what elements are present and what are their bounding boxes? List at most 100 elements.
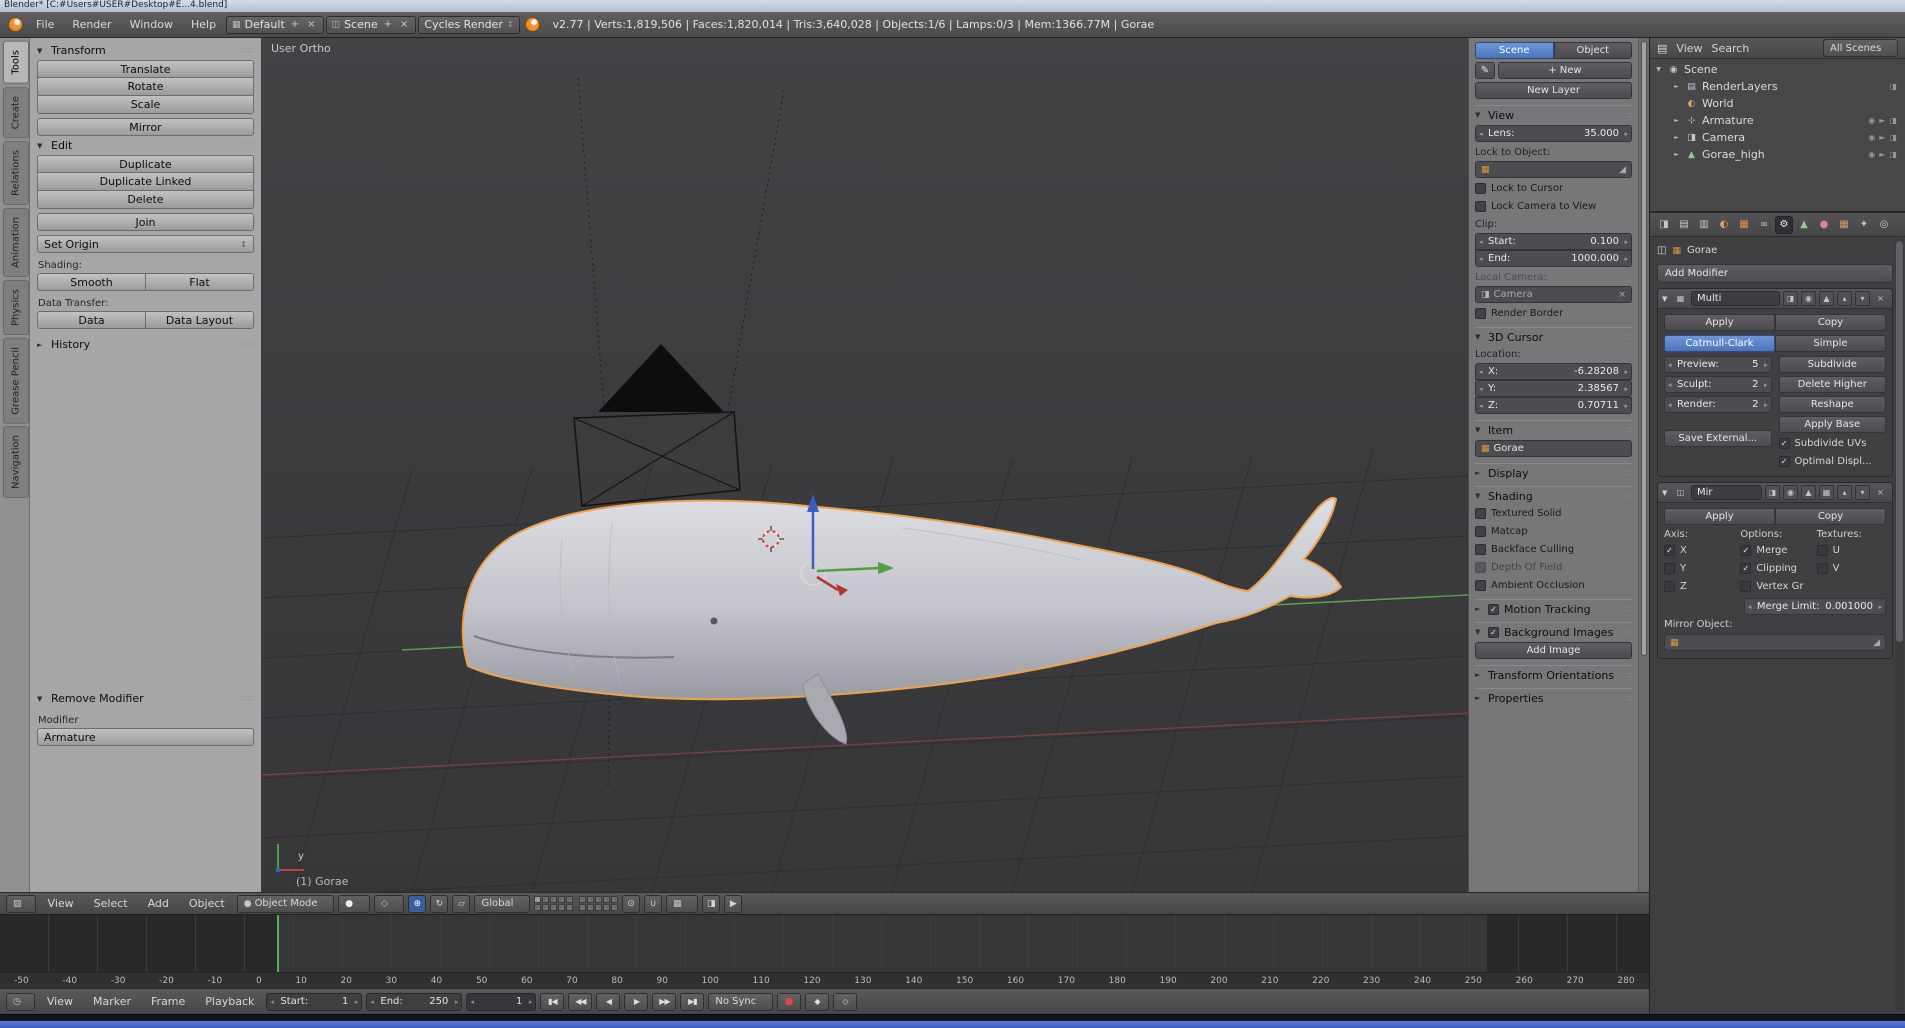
view-panel-header[interactable]: ▼ View: [1475, 105, 1632, 122]
modifier-name-field[interactable]: Multi: [1691, 291, 1780, 306]
item-panel-header[interactable]: ▼ Item: [1475, 420, 1632, 437]
whale-model[interactable]: [461, 496, 1343, 745]
current-frame-field[interactable]: 1: [466, 992, 537, 1011]
layer-cell[interactable]: [558, 896, 566, 903]
modifier-name-field[interactable]: Mir: [1691, 485, 1762, 500]
viewport-3d[interactable]: User Ortho y (1) Gorae: [262, 38, 1468, 892]
clipping-checkbox[interactable]: ✓ Clipping: [1740, 561, 1809, 576]
texture-v-checkbox[interactable]: V: [1816, 561, 1886, 576]
reshape-button[interactable]: Reshape: [1778, 396, 1886, 413]
close-scene-icon[interactable]: ×: [398, 19, 410, 30]
simple-toggle[interactable]: Simple: [1775, 335, 1886, 352]
editor-type-button[interactable]: ◷ ▾: [6, 992, 35, 1011]
tab-modifiers[interactable]: ⚙: [1775, 215, 1793, 234]
tab-world[interactable]: ◐: [1715, 216, 1733, 234]
remove-modifier-panel-header[interactable]: ▼ Remove Modifier: [37, 689, 254, 708]
editmode-visibility-toggle[interactable]: ▲: [1819, 291, 1834, 306]
tab-relations[interactable]: Relations: [3, 140, 29, 205]
duplicate-linked-button[interactable]: Duplicate Linked: [37, 173, 254, 191]
optimal-display-checkbox[interactable]: ✓ Optimal Displ...: [1778, 454, 1887, 469]
tab-grease-pencil[interactable]: Grease Pencil: [3, 337, 29, 424]
texture-u-checkbox[interactable]: U: [1816, 543, 1886, 558]
gp-source-object-tab[interactable]: Object: [1553, 42, 1632, 59]
layer-cell[interactable]: [611, 904, 619, 911]
selectability-icon[interactable]: ►: [1879, 133, 1885, 142]
layer-cell[interactable]: [587, 896, 595, 903]
scrollbar-thumb[interactable]: [1641, 41, 1647, 656]
catmull-clark-toggle[interactable]: Catmull-Clark: [1664, 335, 1775, 352]
cursor-y-field[interactable]: Y: 2.38567: [1475, 380, 1632, 397]
outliner-row-gorae-high[interactable]: ► ▲ Gorae_high ◉ ► ◨: [1654, 146, 1903, 163]
preview-level-field[interactable]: Preview: 5: [1664, 356, 1772, 373]
expander-icon[interactable]: ►: [1672, 134, 1681, 141]
outliner-row-camera[interactable]: ► ◨ Camera ◉ ► ◨: [1654, 129, 1903, 146]
orientation-select[interactable]: Global ↕: [474, 894, 531, 913]
render-toggle-icon[interactable]: ◨: [1889, 82, 1897, 91]
menu-help[interactable]: Help: [183, 16, 224, 33]
render-border-checkbox[interactable]: Render Border: [1475, 306, 1632, 321]
axis-y-checkbox[interactable]: Y: [1664, 561, 1733, 576]
manipulator-translate-toggle[interactable]: ⊕: [408, 894, 427, 913]
snap-toggle[interactable]: ∪: [644, 894, 663, 913]
motion-tracking-panel-header[interactable]: ► ✓ Motion Tracking: [1475, 599, 1632, 616]
tab-create[interactable]: Create: [3, 86, 29, 138]
duplicate-button[interactable]: Duplicate: [37, 155, 254, 173]
renderability-icon[interactable]: ◨: [1889, 116, 1897, 125]
copy-button[interactable]: Copy: [1775, 314, 1886, 331]
join-button[interactable]: Join: [37, 213, 254, 231]
close-icon[interactable]: ×: [1618, 290, 1626, 300]
viewport-visibility-toggle[interactable]: ◉: [1801, 291, 1816, 306]
screen-layout-selector[interactable]: ▦ Default + ×: [226, 15, 324, 34]
manipulator-rotate-toggle[interactable]: ↻: [430, 894, 449, 913]
layer-cell[interactable]: [534, 904, 542, 911]
layer-cell[interactable]: [595, 896, 603, 903]
scrollbar-thumb[interactable]: [1896, 241, 1903, 643]
mode-select[interactable]: ● Object Mode ↕: [236, 894, 335, 913]
frame-end-field[interactable]: End: 250: [366, 992, 463, 1011]
selectability-icon[interactable]: ►: [1879, 150, 1885, 159]
outliner-row-armature[interactable]: ► ⊹ Armature ◉ ► ◨: [1654, 112, 1903, 129]
renderability-icon[interactable]: ◨: [1889, 150, 1897, 159]
motion-tracking-checkbox[interactable]: ✓: [1488, 603, 1499, 615]
close-icon[interactable]: ×: [1873, 291, 1888, 306]
rotate-button[interactable]: Rotate: [37, 78, 254, 96]
manipulator-scale-toggle[interactable]: ▱: [452, 894, 471, 913]
subdivide-uvs-checkbox[interactable]: ✓ Subdivide UVs: [1778, 436, 1887, 451]
tab-render[interactable]: ◨: [1655, 216, 1673, 234]
render-still-button[interactable]: ◨: [702, 894, 721, 913]
axis-z-checkbox[interactable]: Z: [1664, 579, 1733, 594]
menu-window[interactable]: Window: [122, 16, 181, 33]
view-menu[interactable]: View: [40, 895, 82, 912]
viewport-shading-select[interactable]: ● ↕: [338, 894, 370, 913]
outliner-row-world[interactable]: ◐ World: [1654, 95, 1903, 112]
multires-modifier-header[interactable]: ▼ ▦ Multi ◨ ◉ ▲ ▴ ▾ ×: [1658, 289, 1892, 309]
expander-icon[interactable]: ▼: [1654, 66, 1663, 73]
gp-new-button[interactable]: + New: [1498, 62, 1632, 79]
tab-navigation[interactable]: Navigation: [3, 426, 29, 499]
layer-cell[interactable]: [566, 896, 574, 903]
play-button[interactable]: ▶: [624, 992, 649, 1011]
add-menu[interactable]: Add: [140, 895, 177, 912]
tab-object[interactable]: ▦: [1735, 216, 1753, 234]
apply-button[interactable]: Apply: [1664, 508, 1775, 525]
lock-camera-to-view-checkbox[interactable]: Lock Camera to View: [1475, 199, 1632, 214]
shading-panel-header[interactable]: ▼ Shading: [1475, 486, 1632, 503]
visibility-eye-icon[interactable]: ◉: [1868, 116, 1875, 125]
lock-to-scene-toggle[interactable]: ⊙: [622, 894, 641, 913]
outliner-editor-icon[interactable]: ▤: [1657, 42, 1667, 55]
clip-end-field[interactable]: End: 1000.000: [1475, 250, 1632, 267]
keying-insert-button[interactable]: ◆: [804, 992, 829, 1011]
layer-cell[interactable]: [550, 896, 558, 903]
delete-button[interactable]: Delete: [37, 191, 254, 209]
mirror-object-field[interactable]: ▦ ◢: [1664, 634, 1886, 651]
clip-start-field[interactable]: Start: 0.100: [1475, 233, 1632, 250]
sculpt-level-field[interactable]: Sculpt: 2: [1664, 376, 1772, 393]
mirror-button[interactable]: Mirror: [37, 118, 254, 136]
background-images-panel-header[interactable]: ▼ ✓ Background Images: [1475, 622, 1632, 639]
render-anim-button[interactable]: ▶: [724, 894, 743, 913]
new-layer-button[interactable]: New Layer: [1475, 82, 1632, 99]
cursor-z-field[interactable]: Z: 0.70711: [1475, 397, 1632, 414]
add-image-button[interactable]: Add Image: [1475, 642, 1632, 659]
render-visibility-toggle[interactable]: ◨: [1765, 485, 1780, 500]
apply-base-button[interactable]: Apply Base: [1778, 416, 1886, 433]
